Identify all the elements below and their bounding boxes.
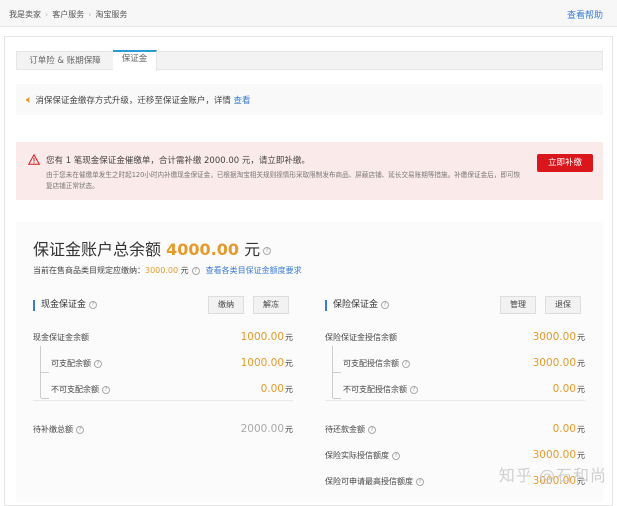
- help-icon[interactable]: ?: [410, 385, 418, 394]
- help-link[interactable]: 查看帮助: [567, 8, 603, 21]
- alert-box: 您有 1 笔现金保证金催缴单，合计需补缴 2000.00 元，请立即补缴。 由于…: [16, 142, 603, 200]
- help-icon[interactable]: ?: [368, 425, 376, 434]
- alert-description: 由于您未在催缴单发生之时起120小时内补缴现金保证金，已根据淘宝相关规则视情形采…: [46, 171, 521, 190]
- manage-button[interactable]: 管理: [500, 296, 536, 314]
- help-icon[interactable]: ?: [102, 385, 110, 394]
- list-item: 待补缴总额? 2000.00元: [33, 423, 293, 435]
- help-icon[interactable]: ?: [94, 359, 102, 368]
- help-icon[interactable]: ?: [416, 477, 424, 486]
- cash-deposit-title: 现金保证金?: [33, 300, 98, 311]
- help-icon[interactable]: ?: [76, 425, 84, 434]
- help-icon[interactable]: ?: [263, 246, 272, 255]
- balance-section: 保证金账户总余额 4000.00 元? 当前在售商品类目规定应缴纳：3000.0…: [16, 222, 603, 502]
- notice-bar: 🔈︎ 消保保证金缴存方式升级，迁移至保证金账户，详情 查看: [16, 84, 603, 115]
- list-item: 保险保证金授信余额 3000.00元: [325, 331, 585, 343]
- required-deposit: 当前在售商品类目规定应缴纳：3000.00 元? 查看各类目保证金额度要求: [33, 266, 302, 275]
- list-item: 可支配余额? 1000.00元: [51, 357, 293, 369]
- tab-deposit[interactable]: 保证金: [113, 50, 157, 71]
- breadcrumb-item[interactable]: 淘宝服务: [95, 10, 127, 19]
- insurance-deposit-title: 保险保证金?: [325, 300, 390, 311]
- list-item: 现金保证金余额 1000.00元: [33, 331, 293, 343]
- help-icon[interactable]: ?: [191, 266, 200, 275]
- breadcrumb-item[interactable]: 我是卖家: [9, 10, 41, 19]
- notice-link[interactable]: 查看: [234, 96, 251, 106]
- pay-now-button[interactable]: 立即补缴: [537, 154, 593, 172]
- warning-triangle-icon: [28, 154, 40, 165]
- tab-order-insurance[interactable]: 订单险 & 账期保障: [17, 52, 113, 71]
- divider: [33, 400, 293, 401]
- breadcrumb: 我是卖家 › 客户服务 › 淘宝服务: [9, 10, 128, 19]
- help-icon[interactable]: ?: [402, 359, 410, 368]
- breadcrumb-item[interactable]: 客户服务: [52, 10, 84, 19]
- speaker-icon: 🔈︎: [26, 93, 33, 106]
- alert-title: 您有 1 笔现金保证金催缴单，合计需补缴 2000.00 元，请立即补缴。: [46, 156, 310, 166]
- notice-text: 消保保证金缴存方式升级，迁移至保证金账户，详情: [35, 96, 231, 106]
- total-amount: 4000.00: [166, 240, 239, 259]
- help-icon[interactable]: ?: [381, 300, 390, 309]
- balance-title: 保证金账户总余额 4000.00 元?: [33, 236, 272, 260]
- tab-bar: 订单险 & 账期保障 保证金: [16, 50, 603, 71]
- list-item: 待还款金额? 0.00元: [325, 423, 585, 435]
- pay-deposit-button[interactable]: 缴纳: [208, 296, 244, 314]
- help-icon[interactable]: ?: [89, 300, 98, 309]
- cancel-insurance-button[interactable]: 退保: [545, 296, 581, 314]
- list-item: 不可支配授信余额? 0.00元: [343, 383, 585, 395]
- unfreeze-button[interactable]: 解冻: [253, 296, 289, 314]
- cash-deposit-column: 现金保证金? 缴纳 解冻 现金保证金余额 1000.00元 可支配余额? 1000.…: [33, 296, 293, 506]
- help-icon[interactable]: ?: [392, 451, 400, 460]
- list-item: 可支配授信余额? 3000.00元: [343, 357, 585, 369]
- divider: [325, 400, 585, 401]
- list-item: 不可支配余额? 0.00元: [51, 383, 293, 395]
- watermark: 知乎 @石和尚: [498, 466, 607, 485]
- category-requirements-link[interactable]: 查看各类目保证金额度要求: [206, 266, 302, 275]
